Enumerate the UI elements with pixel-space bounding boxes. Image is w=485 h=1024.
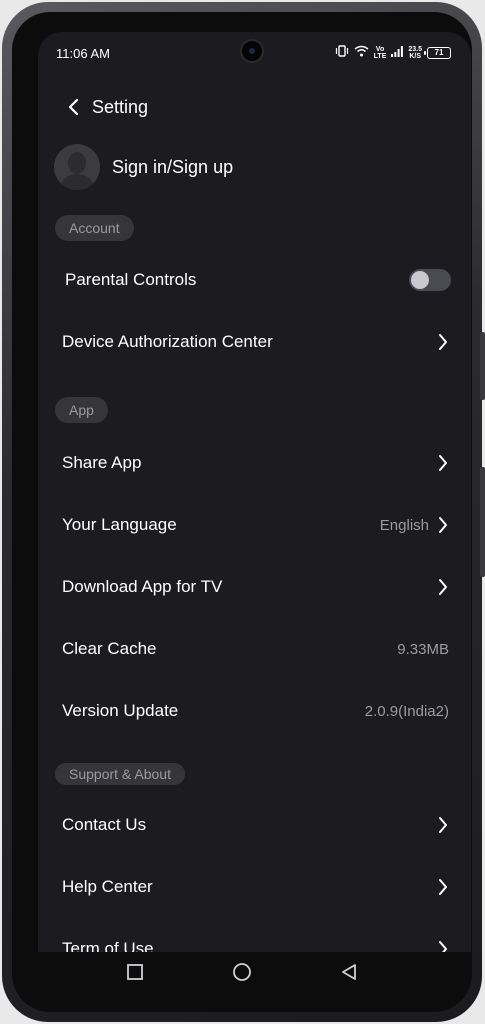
section-support-about: Support & About xyxy=(55,763,185,785)
version-value: 2.0.9(India2) xyxy=(364,702,449,720)
contact-us-label: Contact Us xyxy=(62,815,147,834)
language-label: Your Language xyxy=(62,515,177,534)
chevron-right-icon xyxy=(435,577,451,597)
section-account: Account xyxy=(55,215,134,241)
system-back-button[interactable] xyxy=(334,957,364,987)
phone-frame: 11:06 AM Vo LTE 23.5 K/S 71 Setting Sign… xyxy=(2,2,485,1022)
version-update-row[interactable]: Version Update 2.0.9(India2) xyxy=(38,687,471,735)
status-time: 11:06 AM xyxy=(56,46,110,61)
phone-bezel: 11:06 AM Vo LTE 23.5 K/S 71 Setting Sign… xyxy=(12,12,472,1012)
download-tv-label: Download App for TV xyxy=(62,577,223,596)
triangle-back-icon xyxy=(341,964,356,980)
network-speed: 23.5 K/S xyxy=(408,46,422,60)
chevron-right-icon xyxy=(435,877,451,897)
page-title: Setting xyxy=(92,96,149,117)
square-icon xyxy=(127,964,144,980)
clear-cache-label: Clear Cache xyxy=(62,639,157,658)
home-button[interactable] xyxy=(227,957,257,987)
chevron-right-icon xyxy=(435,815,451,835)
signal-icon xyxy=(391,44,404,62)
volume-button xyxy=(480,332,485,400)
wifi-icon xyxy=(354,44,369,62)
back-button[interactable] xyxy=(56,90,92,124)
clear-cache-row[interactable]: Clear Cache 9.33MB xyxy=(38,625,471,673)
system-nav-bar xyxy=(12,942,472,1002)
front-camera xyxy=(240,39,264,63)
chevron-left-icon xyxy=(68,98,79,116)
language-row[interactable]: Your Language English xyxy=(38,501,471,549)
parental-controls-toggle[interactable] xyxy=(409,269,451,291)
contact-us-row[interactable]: Contact Us xyxy=(38,801,471,849)
lte-indicator: Vo LTE xyxy=(373,46,387,60)
page-header: Setting xyxy=(38,90,471,124)
share-app-label: Share App xyxy=(62,453,142,472)
chevron-right-icon xyxy=(435,332,451,352)
chevron-right-icon xyxy=(435,453,451,473)
language-value: English xyxy=(379,516,429,534)
section-app: App xyxy=(55,397,108,423)
recent-apps-button[interactable] xyxy=(120,957,150,987)
version-update-label: Version Update xyxy=(62,701,179,720)
parental-controls-label: Parental Controls xyxy=(65,270,197,289)
sign-in-label[interactable]: Sign in/Sign up xyxy=(112,157,233,178)
cache-size-value: 9.33MB xyxy=(397,640,449,658)
sign-in-row[interactable]: Sign in/Sign up xyxy=(54,144,233,190)
vibrate-icon xyxy=(335,44,349,62)
status-bar: 11:06 AM Vo LTE 23.5 K/S 71 xyxy=(38,32,471,74)
battery-level: 71 xyxy=(434,48,444,57)
help-center-row[interactable]: Help Center xyxy=(38,863,471,911)
help-center-label: Help Center xyxy=(62,877,153,896)
toggle-knob xyxy=(411,271,429,289)
parental-controls-row[interactable]: Parental Controls xyxy=(38,256,471,304)
chevron-right-icon xyxy=(435,515,451,535)
download-tv-row[interactable]: Download App for TV xyxy=(38,563,471,611)
circle-icon xyxy=(233,963,251,981)
device-authorization-row[interactable]: Device Authorization Center xyxy=(38,318,471,366)
device-authorization-label: Device Authorization Center xyxy=(62,332,273,351)
power-button xyxy=(480,467,485,577)
battery-icon: 71 xyxy=(424,47,451,59)
app-screen: 11:06 AM Vo LTE 23.5 K/S 71 Setting Sign… xyxy=(38,32,471,952)
status-icons: Vo LTE 23.5 K/S 71 xyxy=(335,44,451,62)
avatar[interactable] xyxy=(54,144,100,190)
share-app-row[interactable]: Share App xyxy=(38,439,471,487)
